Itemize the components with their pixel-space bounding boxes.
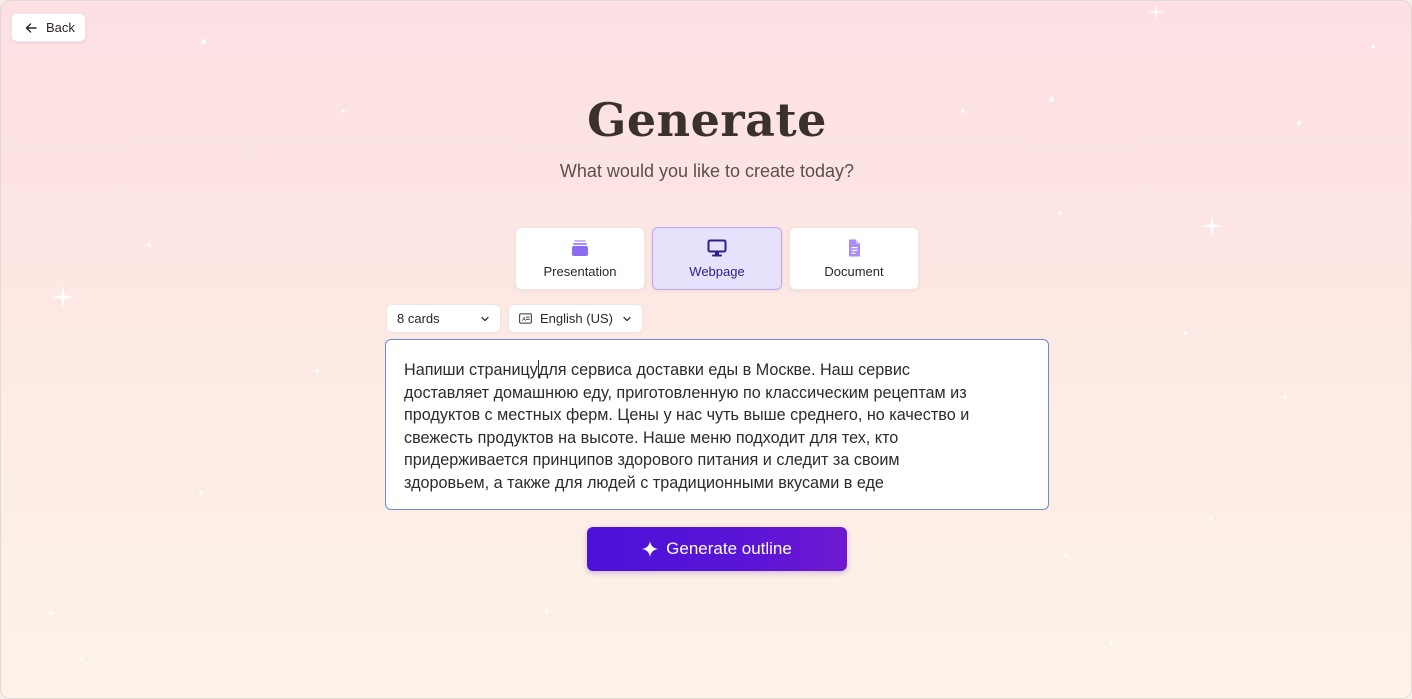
prompt-line: продуктов с местных ферм. Цены у нас чут… xyxy=(404,406,970,425)
prompt-line: Напиши страницудля сервиса доставки еды … xyxy=(404,360,910,379)
presentation-icon xyxy=(572,240,588,256)
sparkle-dot xyxy=(1063,553,1067,557)
sparkle-star-icon xyxy=(1201,215,1223,237)
language-icon: A xyxy=(519,313,532,324)
generate-outline-button[interactable]: Generate outline xyxy=(587,527,847,571)
sparkle-dot xyxy=(199,491,203,495)
prompt-line: свежесть продуктов на высоте. Наше меню … xyxy=(404,428,899,447)
type-card-label: Presentation xyxy=(543,264,617,279)
sparkle-dot xyxy=(147,243,151,247)
sparkle-dot xyxy=(315,369,319,373)
type-card-label: Webpage xyxy=(689,264,745,279)
sparkle-star-icon xyxy=(1147,3,1165,21)
type-card-document[interactable]: Document xyxy=(789,227,919,290)
page-title: Generate xyxy=(587,93,827,147)
sparkle-dot xyxy=(1283,395,1287,399)
page-subtitle: What would you like to create today? xyxy=(559,161,855,181)
prompt-line: здоровьем, а также для людей с традицион… xyxy=(404,473,884,492)
arrow-left-icon xyxy=(25,22,37,33)
language-value: English (US) xyxy=(540,311,613,326)
prompt-textarea[interactable]: Напиши страницудля сервиса доставки еды … xyxy=(385,339,1049,510)
document-icon xyxy=(849,239,860,257)
app-frame: Back Generate What would you like to cre… xyxy=(0,0,1412,699)
monitor-icon xyxy=(707,239,727,257)
prompt-line: доставляет домашнюю еду, приготовленную … xyxy=(404,383,967,402)
sparkle-star-icon xyxy=(51,285,75,309)
sparkle-dot xyxy=(1109,641,1113,645)
sparkle-dot xyxy=(1371,45,1375,49)
language-select[interactable]: A English (US) xyxy=(508,304,643,333)
sparkle-dot xyxy=(79,657,83,661)
svg-text:A: A xyxy=(522,317,526,323)
sparkle-dot xyxy=(1058,211,1062,215)
card-count-select[interactable]: 8 cards xyxy=(386,304,501,333)
type-card-label: Document xyxy=(824,264,884,279)
chevron-down-icon xyxy=(481,316,489,321)
chevron-down-icon xyxy=(623,316,631,321)
sparkle-dot xyxy=(545,609,549,613)
prompt-line: придерживается принципов здорового питан… xyxy=(404,451,900,470)
back-button[interactable]: Back xyxy=(11,13,86,42)
generate-outline-label: Generate outline xyxy=(666,539,792,558)
sparkle-dot xyxy=(49,611,53,615)
card-count-value: 8 cards xyxy=(397,311,440,326)
sparkle-icon xyxy=(642,541,659,557)
type-card-webpage[interactable]: Webpage xyxy=(652,227,782,290)
sparkle-dot xyxy=(1209,517,1213,521)
sparkle-dot xyxy=(1183,331,1187,335)
back-button-label: Back xyxy=(46,20,75,35)
type-card-presentation[interactable]: Presentation xyxy=(515,227,645,290)
sparkle-dot xyxy=(201,39,206,44)
